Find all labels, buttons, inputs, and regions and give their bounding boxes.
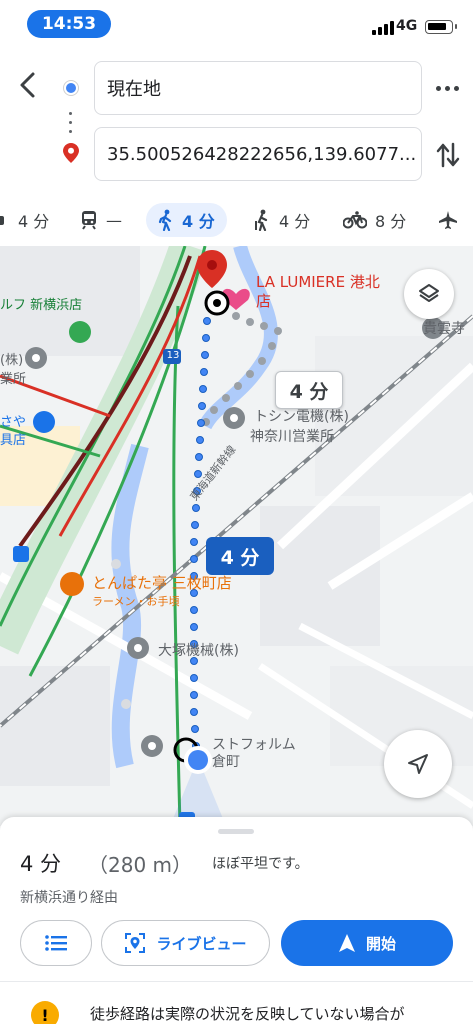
status-bar: 14:53 4G [0,0,473,46]
warning-icon: ! [31,1001,59,1024]
mode-tab-flight[interactable] [438,203,458,237]
mode-label-car: 4 分 [18,212,50,231]
train-icon [82,211,96,230]
walk-icon [158,209,172,231]
mode-tab-car[interactable]: 4 分 [0,203,49,237]
my-location-button[interactable] [384,730,452,798]
road-number-label: 13 [166,350,180,361]
layers-button[interactable] [404,269,454,319]
start-navigation-button[interactable]: 開始 [281,920,453,966]
sheet-divider [0,981,473,982]
map-label-toshin: トシン電機(株) [254,409,349,425]
map-label-toshin-2: 神奈川営業所 [250,429,334,445]
map-label-form-2: 倉町 [212,754,240,770]
status-time: 14:53 [27,10,111,38]
layers-icon [419,284,439,302]
route-connector-icon [69,112,73,139]
list-icon [45,935,67,951]
mode-label-transit: — [106,210,122,230]
network-label: 4G [396,18,418,34]
mode-tab-ride[interactable]: 4 分 [253,203,310,237]
mode-tab-bike[interactable]: 8 分 [343,203,406,237]
map-label-saya2: 具店 [0,433,27,448]
map-label-la-lumiere: LA LUMIERE 港北 [256,273,380,291]
map-view[interactable]: ルフ 新横浜店 (株) 業所 さや 具店 LA LUMIERE 港北 店 貴雲寺… [0,246,473,826]
origin-dot-icon [64,81,78,95]
map-label-golf: ルフ 新横浜店 [0,298,83,313]
swap-icon [436,142,460,168]
travel-mode-tabs: 4 分 — 4 分 4 分 8 分 [0,197,473,245]
map-label-saya: さや [0,415,27,430]
mode-label-walk: 4 分 [182,212,215,231]
map-label-la-lumiere-2: 店 [256,292,272,310]
sheet-drag-handle[interactable] [218,829,254,834]
back-arrow-icon [20,72,35,98]
route-time-bubble[interactable]: 4 分 [206,537,274,575]
steps-list-button[interactable] [20,920,92,966]
map-label-kiunji: 貴雲寺 [423,321,465,337]
destination-pin-icon [63,143,79,167]
mode-tab-transit[interactable]: — [80,203,122,237]
live-view-label: ライブビュー [156,934,247,953]
battery-icon [425,20,457,34]
mode-tab-walk[interactable]: 4 分 [146,203,227,237]
mode-label-ride: 4 分 [279,212,311,231]
navigation-arrow-icon [408,754,428,774]
route-terrain-note: ほぼ平坦です。 [212,856,309,872]
destination-input[interactable]: 35.500526428222656,139.6077... [94,127,422,181]
navigation-start-icon [338,934,355,952]
route-via: 新横浜通り経由 [20,890,118,906]
bike-icon [343,211,367,229]
ride-icon [255,209,268,231]
live-view-icon [125,933,146,953]
walking-route-warning: 徒歩経路は実際の状況を反映していない場合が [90,1005,405,1023]
start-label: 開始 [365,934,396,953]
car-icon [0,216,4,225]
route-duration: 4 分 [20,852,62,876]
map-label-tonpata-2: ラーメン・お手頃 [92,595,180,608]
signal-icon [372,21,394,35]
mode-label-bike: 8 分 [375,212,407,231]
swap-direction-button[interactable] [434,138,462,172]
route-distance: （280 m） [88,853,193,877]
map-label-office: 業所 [0,372,27,387]
origin-input[interactable]: 現在地 [94,61,422,115]
more-options-button[interactable] [433,80,461,96]
map-label-kabu: (株) [0,353,24,368]
flight-icon [439,211,457,229]
live-view-button[interactable]: ライブビュー [101,920,270,966]
back-button[interactable] [12,68,46,102]
map-label-otsuka: 大塚機械(株) [158,643,239,659]
map-label-tonpata: とんぱた亭 三枚町店 [92,574,232,592]
alt-route-time-bubble[interactable]: 4 分 [275,371,343,409]
route-details-sheet[interactable]: 4 分 （280 m） ほぼ平坦です。 新横浜通り経由 ライブビュー 開始 ! … [0,817,473,1024]
